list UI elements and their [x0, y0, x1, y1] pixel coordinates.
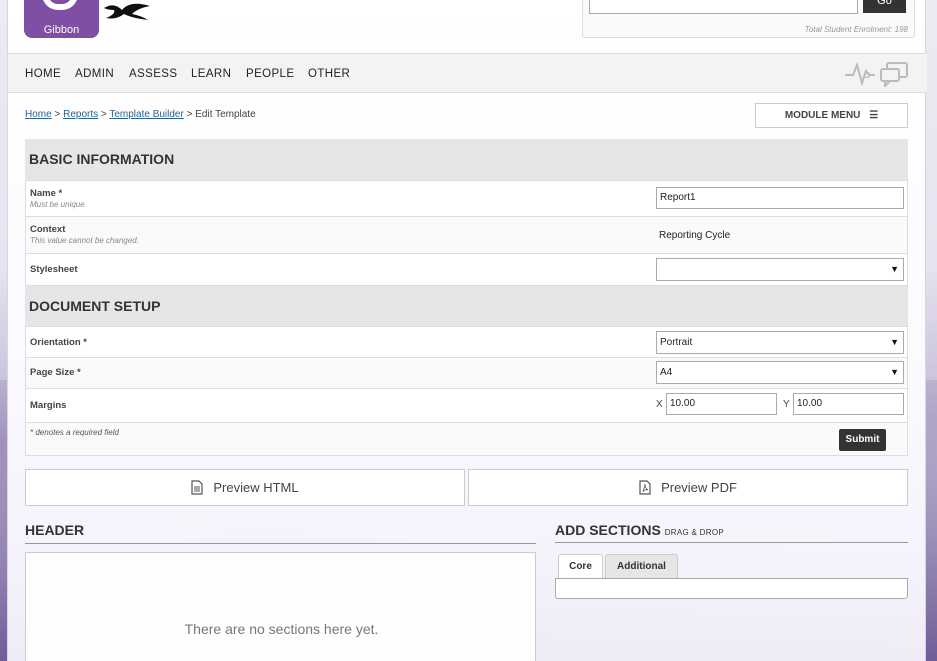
header-drop-zone[interactable]: There are no sections here yet. [25, 552, 536, 661]
bird-logo-icon [104, 3, 150, 20]
activity-icon[interactable] [845, 61, 875, 87]
gibbon-logo[interactable]: Gibbon [24, 0, 99, 38]
name-desc: Must be unique [30, 200, 85, 209]
breadcrumb-reports[interactable]: Reports [63, 109, 98, 120]
name-row: Name * Must be unique Report1 [25, 180, 908, 217]
basic-information-heading: BASIC INFORMATION [25, 139, 908, 180]
dropdown-arrow-icon: ▼ [890, 367, 899, 377]
name-label: Name * [30, 188, 63, 199]
page-size-row: Page Size * A4 ▼ [25, 358, 908, 389]
nav-item-admin[interactable]: ADMIN [75, 68, 114, 80]
document-setup-heading: DOCUMENT SETUP [25, 286, 908, 326]
nav-item-home[interactable]: HOME [25, 68, 61, 80]
orientation-label: Orientation * [30, 337, 88, 348]
go-button[interactable]: Go [863, 0, 906, 13]
stylesheet-row: Stylesheet ▼ [25, 254, 908, 286]
breadcrumb-current: Edit Template [195, 109, 256, 120]
context-value: Reporting Cycle [659, 230, 731, 241]
logo-mark-icon [42, 0, 78, 10]
enrolment-count: Total Student Enrolment: 198 [804, 25, 908, 34]
context-label: Context [30, 224, 66, 235]
notification-icons [845, 61, 908, 87]
name-input[interactable]: Report1 [656, 187, 904, 209]
margins-row: Margins X 10.00 Y 10.00 [25, 389, 908, 423]
breadcrumb-sep: > [100, 109, 107, 120]
page-size-value: A4 [660, 367, 673, 378]
preview-html-label: Preview HTML [213, 480, 299, 495]
margins-label: Margins [30, 400, 67, 411]
nav-item-people[interactable]: PEOPLE [246, 68, 294, 80]
stylesheet-label: Stylesheet [30, 264, 78, 275]
add-sections-label: ADD SECTIONS [555, 522, 661, 538]
context-row: Context This value cannot be changed. Re… [25, 217, 908, 254]
page-size-select[interactable]: A4 ▼ [656, 361, 904, 384]
dropdown-arrow-icon: ▼ [890, 264, 899, 274]
required-note: * denotes a required field [30, 428, 119, 437]
nav-item-other[interactable]: OTHER [308, 68, 350, 80]
preview-pdf-button[interactable]: Preview PDF [468, 469, 908, 506]
preview-pdf-label: Preview PDF [661, 480, 737, 495]
header-divider [25, 543, 536, 544]
margin-x-input[interactable]: 10.00 [666, 393, 777, 415]
hamburger-icon: ☰ [869, 110, 879, 121]
drag-drop-hint: DRAG & DROP [664, 528, 724, 537]
add-sections-divider [555, 542, 908, 543]
breadcrumb-sep: > [54, 109, 61, 120]
dropdown-arrow-icon: ▼ [890, 337, 899, 347]
breadcrumb-template-builder[interactable]: Template Builder [109, 109, 183, 120]
no-sections-message: There are no sections here yet. [184, 621, 379, 637]
main-nav: HOME ADMIN ASSESS LEARN PEOPLE OTHER [8, 53, 927, 93]
breadcrumb-home[interactable]: Home [25, 109, 52, 120]
submit-button[interactable]: Submit [839, 429, 886, 451]
tab-additional[interactable]: Additional [605, 554, 678, 578]
submit-row: * denotes a required field [25, 423, 908, 456]
context-desc: This value cannot be changed. [30, 236, 139, 245]
breadcrumb-sep: > [186, 109, 193, 120]
search-input[interactable] [589, 0, 858, 14]
margin-y-label: Y [783, 399, 790, 410]
page-size-label: Page Size * [30, 367, 81, 378]
pdf-icon [639, 479, 651, 495]
preview-html-button[interactable]: Preview HTML [25, 469, 465, 506]
messages-icon[interactable] [880, 62, 908, 87]
module-menu-label: MODULE MENU [784, 110, 861, 121]
module-menu-button[interactable]: MODULE MENU ☰ [755, 103, 908, 128]
orientation-select[interactable]: Portrait ▼ [656, 331, 904, 354]
nav-item-learn[interactable]: LEARN [191, 68, 231, 80]
page-container: Gibbon Go Total Student Enrolment: 198 H… [7, 0, 927, 661]
sections-tab-panel [555, 578, 908, 599]
stylesheet-select[interactable]: ▼ [656, 258, 904, 281]
add-sections-title: ADD SECTIONS DRAG & DROP [555, 522, 724, 538]
tab-core[interactable]: Core [558, 554, 603, 578]
margin-y-input[interactable]: 10.00 [793, 393, 904, 415]
search-panel: Go Total Student Enrolment: 198 [582, 0, 915, 38]
orientation-value: Portrait [660, 337, 693, 348]
nav-item-assess[interactable]: ASSESS [129, 68, 177, 80]
margin-x-label: X [656, 399, 663, 410]
orientation-row: Orientation * Portrait ▼ [25, 326, 908, 358]
logo-text: Gibbon [43, 24, 80, 36]
document-icon [191, 479, 203, 495]
breadcrumb: Home > Reports > Template Builder > Edit… [25, 109, 256, 120]
header-title: HEADER [25, 522, 85, 538]
